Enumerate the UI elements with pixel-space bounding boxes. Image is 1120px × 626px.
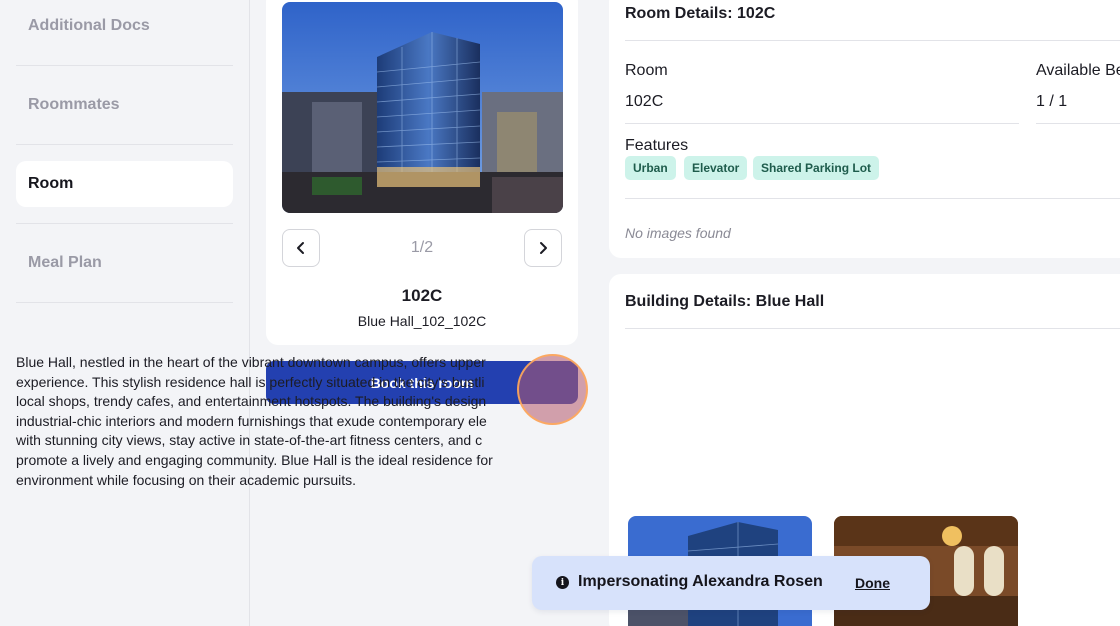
previous-image-button[interactable] — [282, 229, 320, 267]
image-pager-count: 1/2 — [410, 239, 434, 256]
toast-message: Impersonating Alexandra Rosen — [578, 573, 823, 590]
divider — [1036, 123, 1120, 124]
room-details-title: Room Details: 102C — [625, 5, 776, 22]
features-label: Features — [625, 137, 689, 154]
no-images-message: No images found — [625, 225, 731, 241]
room-card: 1/2 102C Blue Hall_102_102C — [266, 0, 578, 345]
sidebar-item-label: Additional Docs — [28, 17, 150, 34]
sidebar-divider — [16, 65, 233, 66]
building-description: Blue Hall, nestled in the heart of the v… — [16, 353, 536, 490]
sidebar-item-label: Meal Plan — [28, 254, 102, 271]
description-line: environment while focusing on their acad… — [16, 471, 357, 488]
building-photo-image — [282, 2, 563, 213]
room-photo — [282, 2, 563, 213]
sidebar-divider — [16, 223, 233, 224]
building-details-title: Building Details: Blue Hall — [625, 293, 825, 310]
feature-chip: Elevator — [684, 156, 748, 180]
available-beds-label: Available Be — [1036, 62, 1120, 79]
available-beds-value: 1 / 1 — [1036, 93, 1068, 110]
description-line: experience. This stylish residence hall … — [16, 373, 485, 390]
done-link[interactable]: Done — [855, 575, 890, 591]
sidebar: Additional Docs Roommates Room Meal Plan — [0, 0, 250, 626]
sidebar-item-additional-docs[interactable]: Additional Docs — [16, 3, 233, 49]
room-subtitle: Blue Hall_102_102C — [357, 313, 487, 329]
sidebar-divider — [16, 144, 233, 145]
room-name: 102C — [401, 286, 443, 305]
chevron-right-icon — [540, 242, 547, 254]
room-value: 102C — [625, 93, 664, 110]
sidebar-item-label: Room — [28, 175, 74, 192]
next-image-button[interactable] — [524, 229, 562, 267]
feature-chip: Shared Parking Lot — [753, 156, 880, 180]
divider — [625, 123, 1019, 124]
room-label: Room — [625, 62, 668, 79]
description-line: local shops, trendy cafes, and entertain… — [16, 393, 487, 410]
sidebar-item-label: Roommates — [28, 96, 120, 113]
impersonation-toast: i Impersonating Alexandra Rosen Done — [532, 556, 930, 610]
description-line: industrial-chic interiors and modern fur… — [16, 412, 487, 429]
room-details-panel: Room Details: 102C Room 102C Available B… — [609, 0, 1120, 258]
sidebar-item-room[interactable]: Room — [16, 161, 233, 207]
divider — [625, 198, 1120, 199]
sidebar-divider — [16, 302, 233, 303]
description-line: Blue Hall, nestled in the heart of the v… — [16, 354, 486, 370]
description-line: with stunning city views, stay active in… — [16, 432, 483, 449]
sidebar-item-roommates[interactable]: Roommates — [16, 82, 233, 128]
info-icon: i — [556, 576, 569, 589]
feature-chip: Urban — [625, 156, 676, 180]
description-line: promote a lively and engaging community.… — [16, 451, 493, 468]
chevron-left-icon — [297, 242, 304, 254]
divider — [625, 328, 1120, 329]
divider — [625, 40, 1120, 41]
sidebar-item-meal-plan[interactable]: Meal Plan — [16, 240, 233, 286]
